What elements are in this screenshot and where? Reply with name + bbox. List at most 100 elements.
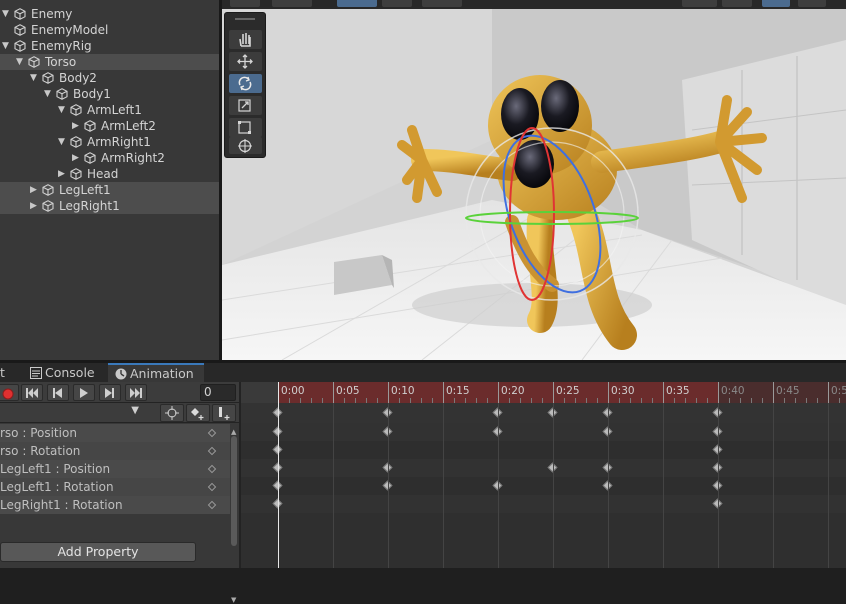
- grid-line: [498, 403, 499, 568]
- hierarchy-item[interactable]: ▼ Enemy: [0, 6, 219, 22]
- dopesheet[interactable]: 0:00 0:05 0:10 0:15 0:20 0:25 0:30 0:35 0:40 0:45…: [241, 382, 846, 568]
- hierarchy-item[interactable]: ▶ ArmRight2: [0, 150, 219, 166]
- tab-console[interactable]: Console: [26, 363, 106, 382]
- hierarchy-item[interactable]: ▶ ArmLeft2: [0, 118, 219, 134]
- hierarchy-item[interactable]: ▶ Head: [0, 166, 219, 182]
- frame-input[interactable]: 0: [200, 384, 236, 401]
- expand-arrow-icon[interactable]: ▼: [2, 38, 12, 54]
- collapsed-arrow-icon[interactable]: ▶: [30, 182, 40, 198]
- expand-arrow-icon[interactable]: ▼: [58, 102, 68, 118]
- add-property-button[interactable]: Add Property: [0, 542, 196, 562]
- property-scrollbar[interactable]: ▲ ▼: [230, 428, 239, 604]
- keyframe-toggle-icon[interactable]: [207, 464, 217, 474]
- hierarchy-item[interactable]: ▼ Body1: [0, 86, 219, 102]
- previous-frame-button[interactable]: [47, 384, 69, 401]
- rotate-tool-button[interactable]: [229, 74, 262, 93]
- ruler-time-label: 0:40: [721, 385, 745, 397]
- hierarchy-item[interactable]: ▼ EnemyRig: [0, 38, 219, 54]
- play-button[interactable]: [73, 384, 95, 401]
- rect-tool-icon: [238, 121, 251, 134]
- scroll-up-icon[interactable]: ▲: [231, 428, 236, 436]
- add-keyframe-button[interactable]: [186, 404, 210, 422]
- lighting-button[interactable]: [762, 0, 790, 7]
- last-frame-button[interactable]: [125, 384, 147, 401]
- rect-tool-button[interactable]: [229, 118, 262, 137]
- expand-arrow-icon[interactable]: ▼: [16, 54, 26, 70]
- layers-button[interactable]: [272, 0, 312, 7]
- property-row[interactable]: LegLeft1 : Rotation: [0, 478, 230, 496]
- draw-mode-button[interactable]: [230, 0, 260, 7]
- gameobject-icon: [84, 120, 96, 132]
- property-row[interactable]: LegLeft1 : Position: [0, 460, 230, 478]
- hierarchy-item-label: ArmLeft1: [87, 103, 142, 117]
- filter-keyframes-button[interactable]: [160, 404, 184, 422]
- snap-button[interactable]: [382, 0, 412, 7]
- hand-icon: [239, 33, 251, 47]
- keyframe-toggle-icon[interactable]: [207, 428, 217, 438]
- effects-button[interactable]: [682, 0, 717, 7]
- property-row[interactable]: rso : Position: [0, 424, 230, 442]
- audio-button[interactable]: [798, 0, 826, 7]
- hierarchy-item-label: Body1: [73, 87, 111, 101]
- ruler-major-tick: [553, 382, 554, 403]
- grid-button[interactable]: [422, 0, 462, 7]
- scrollbar-thumb[interactable]: [231, 436, 237, 546]
- grid-line: [333, 403, 334, 568]
- time-ruler[interactable]: 0:00 0:05 0:10 0:15 0:20 0:25 0:30 0:35 0:40 0:45…: [241, 382, 846, 403]
- collapsed-arrow-icon[interactable]: ▶: [72, 150, 82, 166]
- gameobject-icon: [70, 104, 82, 116]
- grid-line: [608, 403, 609, 568]
- collapsed-arrow-icon[interactable]: ▶: [30, 198, 40, 214]
- expand-arrow-icon[interactable]: ▼: [30, 70, 40, 86]
- hand-tool-button[interactable]: [229, 30, 262, 49]
- hierarchy-item[interactable]: ▶ LegLeft1: [0, 182, 219, 198]
- scale-tool-button[interactable]: [229, 96, 262, 115]
- chevron-down-icon: ▼: [131, 405, 139, 416]
- scroll-down-icon[interactable]: ▼: [231, 596, 236, 604]
- keyframe-toggle-icon[interactable]: [207, 500, 217, 510]
- hierarchy-item-label: ArmLeft2: [101, 119, 156, 133]
- hierarchy-item[interactable]: ▼ Body2: [0, 70, 219, 86]
- hierarchy-item[interactable]: EnemyModel: [0, 22, 219, 38]
- hierarchy-item[interactable]: ▶ LegRight1: [0, 198, 219, 214]
- property-row[interactable]: LegRight1 : Rotation: [0, 496, 230, 514]
- add-event-button[interactable]: [212, 404, 236, 422]
- summary-row[interactable]: [241, 403, 846, 423]
- ruler-time-label: 0:05: [336, 385, 360, 397]
- hierarchy-item-label: Body2: [59, 71, 97, 85]
- tab-animation-label: Animation: [130, 366, 194, 381]
- move-tool-button[interactable]: [229, 52, 262, 71]
- scene-view[interactable]: [222, 0, 846, 360]
- scene-viewport[interactable]: [222, 0, 846, 360]
- record-button[interactable]: [0, 384, 19, 401]
- ruler-time-label: 0:25: [556, 385, 580, 397]
- expand-arrow-icon[interactable]: ▼: [44, 86, 54, 102]
- hierarchy-item[interactable]: ▼ ArmLeft1: [0, 102, 219, 118]
- view-2d-button[interactable]: [722, 0, 752, 7]
- grid-line: [773, 403, 774, 568]
- gameobject-icon: [42, 200, 54, 212]
- hierarchy-item-label: ArmRight1: [87, 135, 151, 149]
- clip-dropdown[interactable]: ▼: [0, 404, 144, 422]
- expand-arrow-icon[interactable]: ▼: [58, 134, 68, 150]
- ruler-major-tick: [828, 382, 829, 403]
- keyframe-toggle-icon[interactable]: [207, 446, 217, 456]
- bottom-tab-bar: t Console Animation: [0, 363, 846, 382]
- keyframe-toggle-icon[interactable]: [207, 482, 217, 492]
- next-frame-button[interactable]: [99, 384, 121, 401]
- transform-tool-button[interactable]: [229, 137, 262, 154]
- expand-arrow-icon[interactable]: ▼: [2, 6, 12, 22]
- collapsed-arrow-icon[interactable]: ▶: [72, 118, 82, 134]
- property-row[interactable]: rso : Rotation: [0, 442, 230, 460]
- tab-animation[interactable]: Animation: [108, 363, 204, 382]
- pivot-button[interactable]: [337, 0, 377, 7]
- hierarchy-item[interactable]: ▼ ArmRight1: [0, 134, 219, 150]
- gameobject-icon: [56, 88, 68, 100]
- palette-grip[interactable]: [235, 18, 255, 20]
- grid-line: [718, 403, 719, 568]
- first-frame-button[interactable]: [21, 384, 43, 401]
- collapsed-arrow-icon[interactable]: ▶: [58, 166, 68, 182]
- hierarchy-item[interactable]: ▼ Torso: [0, 54, 219, 70]
- playhead[interactable]: [278, 382, 279, 568]
- tab-project[interactable]: t: [0, 363, 24, 382]
